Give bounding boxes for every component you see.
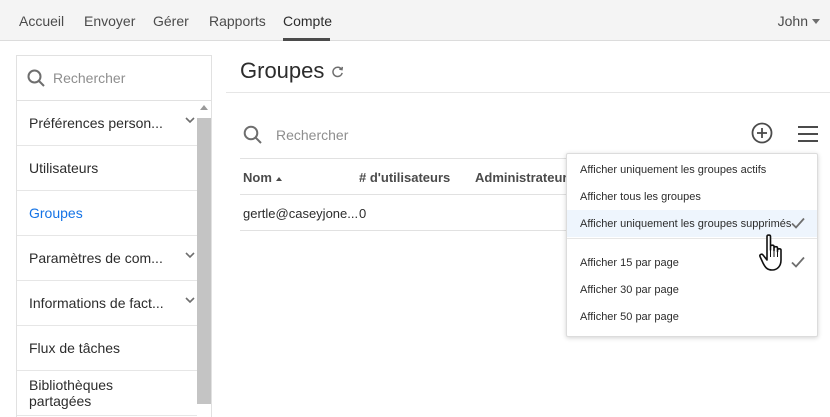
groups-search[interactable]: Rechercher xyxy=(243,125,348,144)
menu-item-50-per-page[interactable]: Afficher 50 par page xyxy=(567,303,817,330)
checkmark-icon xyxy=(791,217,805,229)
table-row-name[interactable]: gertle@caseyjone... xyxy=(243,206,358,221)
sidebar-search-placeholder: Rechercher xyxy=(53,70,126,86)
hand-pointer-cursor-icon xyxy=(759,234,782,271)
nav-gerer[interactable]: Gérer xyxy=(153,13,189,29)
refresh-icon[interactable] xyxy=(331,65,344,78)
scroll-up-arrow-icon[interactable] xyxy=(200,105,208,110)
menu-item-label: Afficher 50 par page xyxy=(580,310,679,323)
sidebar-item-label: Préférences person... xyxy=(29,115,163,131)
sort-ascending-icon xyxy=(275,176,282,181)
sidebar-item-bibliotheques[interactable]: Bibliothèques partagées xyxy=(17,371,197,416)
page-title: Groupes xyxy=(240,58,344,84)
table-top-divider xyxy=(240,158,570,159)
nav-envoyer[interactable]: Envoyer xyxy=(84,13,135,29)
menu-item-30-per-page[interactable]: Afficher 30 par page xyxy=(567,276,817,303)
column-header-label: Nom xyxy=(243,170,272,185)
sidebar-scrollbar[interactable] xyxy=(197,101,211,417)
page-title-text: Groupes xyxy=(240,58,325,83)
sidebar-item-label: Paramètres de com... xyxy=(29,250,163,266)
sidebar: Rechercher Préférences person... Utilisa… xyxy=(16,55,212,417)
menu-item-label: Afficher 30 par page xyxy=(580,283,679,296)
menu-item-label: Afficher uniquement les groupes actifs xyxy=(580,163,767,176)
chevron-down-icon xyxy=(185,252,195,259)
column-header-nom[interactable]: Nom xyxy=(243,170,282,185)
menu-item-active-groups[interactable]: Afficher uniquement les groupes actifs xyxy=(567,156,817,183)
sidebar-item-groupes[interactable]: Groupes xyxy=(17,191,197,236)
scrollbar-thumb[interactable] xyxy=(197,118,211,404)
nav-rapports[interactable]: Rapports xyxy=(209,13,266,29)
sidebar-item-flux[interactable]: Flux de tâches xyxy=(17,326,197,371)
user-menu[interactable]: John xyxy=(778,13,820,29)
sidebar-item-label: Groupes xyxy=(29,205,83,221)
groups-search-placeholder: Rechercher xyxy=(276,126,349,143)
table-header-divider xyxy=(240,194,570,195)
sidebar-search[interactable]: Rechercher xyxy=(17,56,211,101)
hamburger-menu-icon[interactable] xyxy=(798,126,818,142)
sidebar-item-preferences[interactable]: Préférences person... xyxy=(17,101,197,146)
menu-item-label: Afficher tous les groupes xyxy=(580,190,701,203)
top-navigation-bar: Accueil Envoyer Gérer Rapports Compte Jo… xyxy=(0,0,830,41)
user-name: John xyxy=(777,13,808,29)
sidebar-item-utilisateurs[interactable]: Utilisateurs xyxy=(17,146,197,191)
chevron-down-icon xyxy=(185,297,195,304)
nav-compte[interactable]: Compte xyxy=(283,13,332,29)
column-header-utilisateurs[interactable]: # d'utilisateurs xyxy=(359,170,450,185)
menu-item-label: Afficher uniquement les groupes supprimé… xyxy=(580,217,792,230)
sidebar-item-label: Bibliothèques partagées xyxy=(29,377,114,409)
search-icon xyxy=(27,69,45,87)
add-group-icon[interactable] xyxy=(751,122,773,144)
title-divider xyxy=(226,92,830,93)
menu-item-label: Afficher 15 par page xyxy=(580,256,679,269)
sidebar-item-parametres[interactable]: Paramètres de com... xyxy=(17,236,197,281)
table-row-users-count: 0 xyxy=(359,206,367,221)
sidebar-item-label: Informations de fact... xyxy=(29,295,164,311)
active-tab-indicator xyxy=(283,38,330,41)
sidebar-item-label: Flux de tâches xyxy=(29,340,121,356)
checkmark-icon xyxy=(791,256,805,268)
sidebar-item-facturation[interactable]: Informations de fact... xyxy=(17,281,197,326)
search-icon xyxy=(243,125,262,144)
caret-down-icon xyxy=(812,18,820,24)
menu-item-all-groups[interactable]: Afficher tous les groupes xyxy=(567,183,817,210)
chevron-down-icon xyxy=(185,117,195,124)
table-row-divider xyxy=(240,230,570,231)
sidebar-item-label: Utilisateurs xyxy=(29,160,99,176)
column-header-administrateurs[interactable]: Administrateur(s xyxy=(475,170,579,185)
nav-accueil[interactable]: Accueil xyxy=(19,13,64,29)
